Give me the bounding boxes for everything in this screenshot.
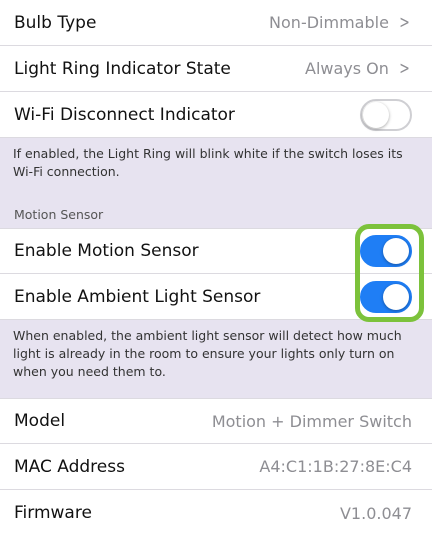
firmware-value: V1.0.047 (339, 503, 412, 523)
wifi-disconnect-note: If enabled, the Light Ring will blink wh… (0, 138, 432, 193)
enable-motion-toggle[interactable] (360, 235, 412, 267)
model-row: Model Motion + Dimmer Switch (0, 398, 432, 444)
bulb-type-value-group: Non-Dimmable > (269, 12, 412, 33)
light-ring-value: Always On (305, 59, 389, 78)
firmware-row: Firmware V1.0.047 (0, 490, 432, 536)
light-ring-value-group: Always On > (305, 58, 412, 79)
mac-address-row: MAC Address A4:C1:1B:27:8E:C4 (0, 444, 432, 490)
wifi-disconnect-label: Wi-Fi Disconnect Indicator (14, 104, 235, 125)
toggle-knob (383, 238, 409, 264)
enable-motion-label: Enable Motion Sensor (14, 241, 199, 261)
enable-ambient-label: Enable Ambient Light Sensor (14, 286, 261, 307)
enable-ambient-row: Enable Ambient Light Sensor (0, 274, 432, 320)
bulb-type-label: Bulb Type (14, 12, 97, 33)
mac-address-value: A4:C1:1B:27:8E:C4 (259, 457, 412, 476)
enable-ambient-toggle[interactable] (360, 280, 412, 313)
ambient-sensor-note: When enabled, the ambient light sensor w… (0, 320, 432, 390)
enable-motion-row: Enable Motion Sensor (0, 228, 432, 274)
wifi-disconnect-row: Wi-Fi Disconnect Indicator (0, 92, 432, 138)
toggle-knob (363, 101, 389, 128)
chevron-right-icon: > (399, 12, 410, 33)
chevron-right-icon: > (399, 58, 410, 79)
model-label: Model (14, 411, 66, 431)
settings-page: Bulb Type Non-Dimmable > Light Ring Indi… (0, 0, 432, 536)
toggle-knob (383, 283, 409, 310)
mac-address-label: MAC Address (14, 456, 125, 477)
light-ring-label: Light Ring Indicator State (14, 58, 231, 79)
model-value: Motion + Dimmer Switch (211, 411, 412, 431)
light-ring-row[interactable]: Light Ring Indicator State Always On > (0, 46, 432, 92)
motion-sensor-header: Motion Sensor (14, 207, 104, 222)
bulb-type-row[interactable]: Bulb Type Non-Dimmable > (0, 0, 432, 46)
bulb-type-value: Non-Dimmable (269, 13, 389, 32)
firmware-label: Firmware (14, 503, 92, 523)
wifi-disconnect-toggle[interactable] (360, 98, 412, 131)
